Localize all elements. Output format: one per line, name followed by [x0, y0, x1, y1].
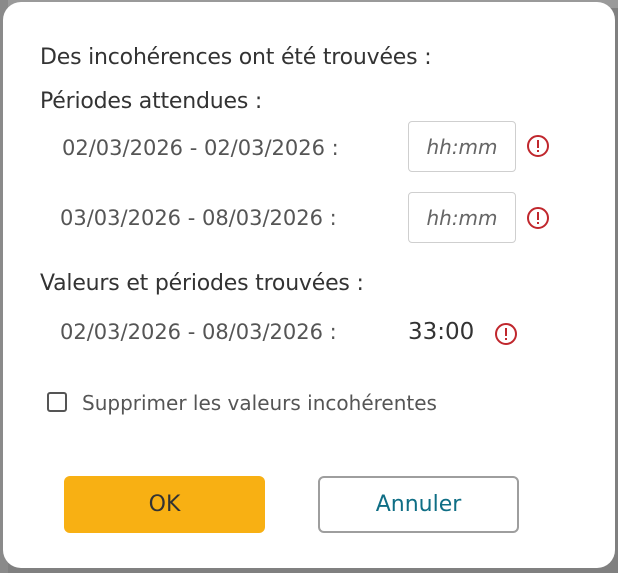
- inconsistency-dialog: Des incohérences ont été trouvées : Péri…: [3, 2, 615, 568]
- ok-button[interactable]: OK: [64, 476, 265, 533]
- delete-values-checkbox-label[interactable]: Supprimer les valeurs incohérentes: [82, 391, 437, 415]
- expected-periods-heading: Périodes attendues :: [40, 89, 263, 114]
- expected-period-time-input[interactable]: [408, 192, 516, 243]
- cancel-button[interactable]: Annuler: [318, 476, 519, 533]
- warning-icon: [495, 323, 517, 345]
- expected-period-time-input[interactable]: [408, 121, 516, 172]
- dialog-title: Des incohérences ont été trouvées :: [40, 45, 432, 70]
- expected-period-label: 03/03/2026 - 08/03/2026 :: [60, 206, 337, 230]
- delete-values-checkbox[interactable]: [47, 392, 67, 412]
- found-period-value: 33:00: [408, 319, 475, 345]
- expected-period-label: 02/03/2026 - 02/03/2026 :: [62, 136, 339, 160]
- found-periods-heading: Valeurs et périodes trouvées :: [40, 271, 364, 296]
- warning-icon: [527, 207, 549, 229]
- warning-icon: [527, 135, 549, 157]
- found-period-label: 02/03/2026 - 08/03/2026 :: [60, 320, 337, 344]
